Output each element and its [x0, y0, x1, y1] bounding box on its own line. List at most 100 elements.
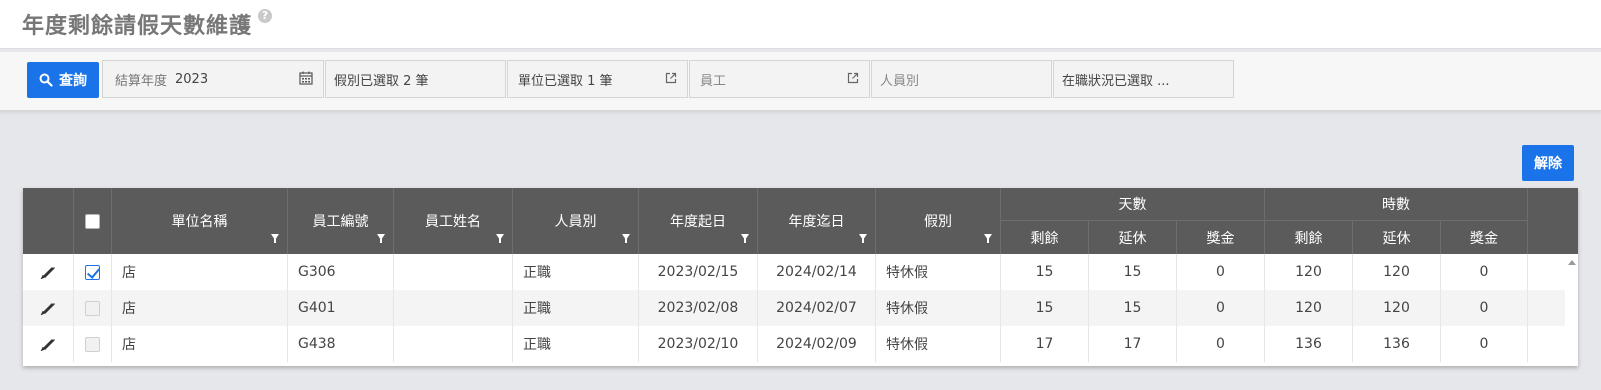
header-hours-bonus[interactable]: 獎金 [1441, 221, 1528, 254]
header-days-group: 天數 [1001, 188, 1265, 221]
cell-days-remaining: 15 [1001, 290, 1089, 326]
table-row[interactable]: 店 G401 正職 2023/02/08 2024/02/07 特休假 15 15 0 120 12… [23, 290, 1565, 326]
edit-pencil-icon[interactable] [40, 265, 56, 279]
cell-hours-extended: 120 [1353, 290, 1441, 326]
header-year-start[interactable]: 年度起日 [639, 188, 758, 254]
employee-placeholder: 員工 [700, 73, 727, 89]
cell-days-remaining: 17 [1001, 326, 1089, 362]
cell-leave-type: 特休假 [876, 290, 1001, 326]
header-emp-name-label: 員工姓名 [425, 214, 481, 230]
header-days-remaining[interactable]: 剩餘 [1001, 221, 1089, 254]
cell-days-bonus: 0 [1177, 326, 1265, 362]
filter-icon[interactable] [984, 234, 992, 243]
search-icon [39, 73, 53, 87]
edit-cell[interactable] [23, 290, 74, 326]
cell-emp-name [394, 290, 513, 326]
header-days-extended[interactable]: 延休 [1089, 221, 1177, 254]
select-all-checkbox[interactable] [85, 213, 100, 229]
cell-emp-name [394, 326, 513, 362]
header-select-all [74, 188, 112, 254]
edit-pencil-icon[interactable] [40, 301, 56, 315]
leave-type-field[interactable]: 假別已選取 2 筆 [325, 60, 506, 98]
page-title: 年度剩餘請假天數維護 [22, 14, 253, 39]
external-link-icon[interactable] [665, 72, 677, 84]
status-value: 在職狀況已選取 ... [1062, 73, 1170, 89]
edit-cell[interactable] [23, 326, 74, 362]
cell-days-bonus: 0 [1177, 290, 1265, 326]
cell-staff-type: 正職 [513, 290, 639, 326]
cell-year-end: 2024/02/09 [758, 326, 876, 362]
edit-cell[interactable] [23, 254, 74, 290]
cell-year-start: 2023/02/10 [639, 326, 758, 362]
cell-days-bonus: 0 [1177, 254, 1265, 290]
header-staff-type[interactable]: 人員別 [513, 188, 639, 254]
leave-grid: 單位名稱 員工編號 員工姓名 人員別 年度起日 年度迄日 假別 天數 時數 剩餘… [23, 188, 1578, 366]
cell-days-extended: 15 [1089, 254, 1177, 290]
query-button[interactable]: 查詢 [27, 62, 99, 98]
header-unit-name-label: 單位名稱 [171, 214, 228, 230]
filter-icon[interactable] [271, 234, 279, 243]
header-unit-name[interactable]: 單位名稱 [112, 188, 288, 254]
header-hours-group: 時數 [1265, 188, 1528, 221]
header-year-end[interactable]: 年度迄日 [758, 188, 876, 254]
filter-icon[interactable] [622, 234, 630, 243]
header-year-start-label: 年度起日 [670, 214, 726, 230]
page-header: 年度剩餘請假天數維護 ? [0, 0, 1601, 49]
table-row[interactable]: 店 G306 正職 2023/02/15 2024/02/14 特休假 15 15 0 120 12… [23, 254, 1565, 290]
help-icon[interactable]: ? [258, 9, 272, 23]
cell-hours-extended: 120 [1353, 254, 1441, 290]
filter-icon[interactable] [496, 234, 504, 243]
header-emp-no-label: 員工編號 [312, 214, 369, 230]
edit-pencil-icon[interactable] [40, 337, 56, 351]
filter-icon[interactable] [377, 234, 385, 243]
cell-hours-extended: 136 [1353, 326, 1441, 362]
cell-emp-name [394, 254, 513, 290]
grid-header: 單位名稱 員工編號 員工姓名 人員別 年度起日 年度迄日 假別 天數 時數 剩餘… [23, 188, 1578, 254]
cell-year-start: 2023/02/15 [639, 254, 758, 290]
staff-type-field[interactable]: 人員別 [871, 60, 1052, 98]
select-cell[interactable] [74, 290, 112, 326]
status-field[interactable]: 在職狀況已選取 ... [1053, 60, 1234, 98]
scroll-up-icon[interactable] [1568, 260, 1576, 265]
row-checkbox[interactable] [85, 264, 100, 280]
unlock-button[interactable]: 解除 [1522, 145, 1574, 181]
cell-unit-name: 店 [112, 326, 288, 362]
filter-icon[interactable] [741, 234, 749, 243]
query-button-label: 查詢 [59, 73, 87, 89]
cell-days-remaining: 15 [1001, 254, 1089, 290]
vertical-scrollbar[interactable] [1565, 254, 1578, 366]
cell-unit-name: 店 [112, 290, 288, 326]
employee-field[interactable]: 員工 [689, 60, 870, 98]
year-label: 結算年度 [115, 73, 168, 89]
header-year-end-label: 年度迄日 [788, 214, 845, 230]
year-value: 2023 [175, 71, 209, 87]
cell-emp-no: G438 [288, 326, 394, 362]
row-checkbox[interactable] [85, 300, 100, 316]
table-row[interactable]: 店 G438 正職 2023/02/10 2024/02/09 特休假 17 17 0 136 13… [23, 326, 1565, 362]
header-hours-remaining[interactable]: 剩餘 [1265, 221, 1353, 254]
select-cell[interactable] [74, 326, 112, 362]
staff-type-placeholder: 人員別 [880, 73, 920, 89]
select-cell[interactable] [74, 254, 112, 290]
cell-days-extended: 15 [1089, 290, 1177, 326]
header-emp-no[interactable]: 員工編號 [288, 188, 394, 254]
cell-days-extended: 17 [1089, 326, 1177, 362]
leave-type-value: 假別已選取 2 筆 [334, 73, 429, 89]
year-field[interactable]: 結算年度 2023 [102, 60, 324, 98]
unit-field[interactable]: 單位已選取 1 筆 [507, 60, 688, 98]
header-days-bonus[interactable]: 獎金 [1177, 221, 1265, 254]
header-hours-extended[interactable]: 延休 [1353, 221, 1441, 254]
cell-hours-bonus: 0 [1441, 290, 1528, 326]
filter-icon[interactable] [859, 234, 867, 243]
row-checkbox[interactable] [85, 336, 100, 352]
cell-year-end: 2024/02/14 [758, 254, 876, 290]
header-emp-name[interactable]: 員工姓名 [394, 188, 513, 254]
calendar-icon[interactable] [299, 71, 313, 85]
header-leave-type[interactable]: 假別 [876, 188, 1001, 254]
filter-bar: 查詢 結算年度 2023 假別已選取 2 筆 單位已選取 1 筆 員工 人員別 [0, 52, 1601, 111]
cell-year-start: 2023/02/08 [639, 290, 758, 326]
cell-hours-remaining: 136 [1265, 326, 1353, 362]
cell-leave-type: 特休假 [876, 254, 1001, 290]
external-link-icon[interactable] [847, 72, 859, 84]
cell-hours-remaining: 120 [1265, 290, 1353, 326]
